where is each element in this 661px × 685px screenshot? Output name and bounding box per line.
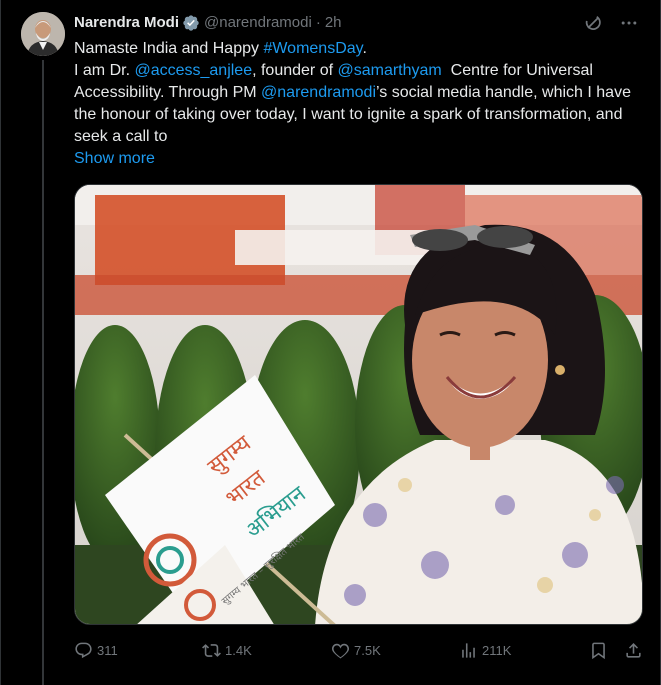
tweet-line-2: I am Dr. @access_anjlee, founder of @sam… xyxy=(74,60,644,148)
author-name[interactable]: Narendra Modi xyxy=(74,13,179,33)
show-more-link[interactable]: Show more xyxy=(74,148,155,170)
mention-narendramodi[interactable]: @narendramodi xyxy=(261,84,376,101)
text-segment: Namaste India and Happy xyxy=(74,40,264,57)
text-segment: , founder of xyxy=(252,62,338,79)
views-count: 211K xyxy=(482,642,512,658)
repost-count: 1.4K xyxy=(225,642,252,658)
more-options-icon[interactable] xyxy=(618,12,640,34)
heart-icon xyxy=(331,643,350,658)
bookmark-button[interactable] xyxy=(589,641,608,660)
text-segment: . xyxy=(362,40,367,57)
views-button[interactable]: 211K xyxy=(459,641,511,660)
mention-access-anjlee[interactable]: @access_anjlee xyxy=(134,62,252,79)
bookmark-icon xyxy=(592,642,605,659)
tweet-photo[interactable]: सुगम्य भारत अभियान सुगम्य भारत – सुरक्षि… xyxy=(74,184,643,625)
hashtag-womensday[interactable]: #WomensDay xyxy=(263,40,362,57)
verified-badge-icon xyxy=(182,14,200,32)
separator-dot: · xyxy=(315,14,321,31)
share-icon xyxy=(626,642,641,658)
tweet-card: Narendra Modi @narendramodi · 2h Namaste… xyxy=(0,0,661,685)
reply-count: 311 xyxy=(97,642,118,658)
timestamp[interactable]: 2h xyxy=(325,13,342,33)
header-actions xyxy=(582,12,640,34)
repost-icon xyxy=(202,643,221,657)
share-button[interactable] xyxy=(624,641,643,660)
tweet-actions: 311 1.4K 7.5K 211K xyxy=(74,637,646,663)
like-button[interactable]: 7.5K xyxy=(331,641,381,660)
avatar[interactable] xyxy=(21,12,65,56)
analytics-icon xyxy=(462,642,475,658)
tweet-header: Narendra Modi @narendramodi · 2h xyxy=(74,12,640,34)
photo-illustration: सुगम्य भारत अभियान सुगम्य भारत – सुरक्षि… xyxy=(75,185,642,624)
text-segment: I am Dr. xyxy=(74,62,135,79)
tweet-text: Namaste India and Happy #WomensDay. I am… xyxy=(74,38,644,148)
thread-line xyxy=(42,60,44,685)
like-count: 7.5K xyxy=(354,642,381,658)
reply-icon xyxy=(75,642,92,658)
tweet-line-1: Namaste India and Happy #WomensDay. xyxy=(74,38,644,60)
mention-samarthyam[interactable]: @samarthyam xyxy=(337,62,441,79)
grok-icon[interactable] xyxy=(582,12,604,34)
author-handle[interactable]: @narendramodi xyxy=(204,13,312,33)
reply-button[interactable]: 311 xyxy=(74,641,118,660)
repost-button[interactable]: 1.4K xyxy=(202,641,252,660)
avatar-image xyxy=(21,12,65,56)
